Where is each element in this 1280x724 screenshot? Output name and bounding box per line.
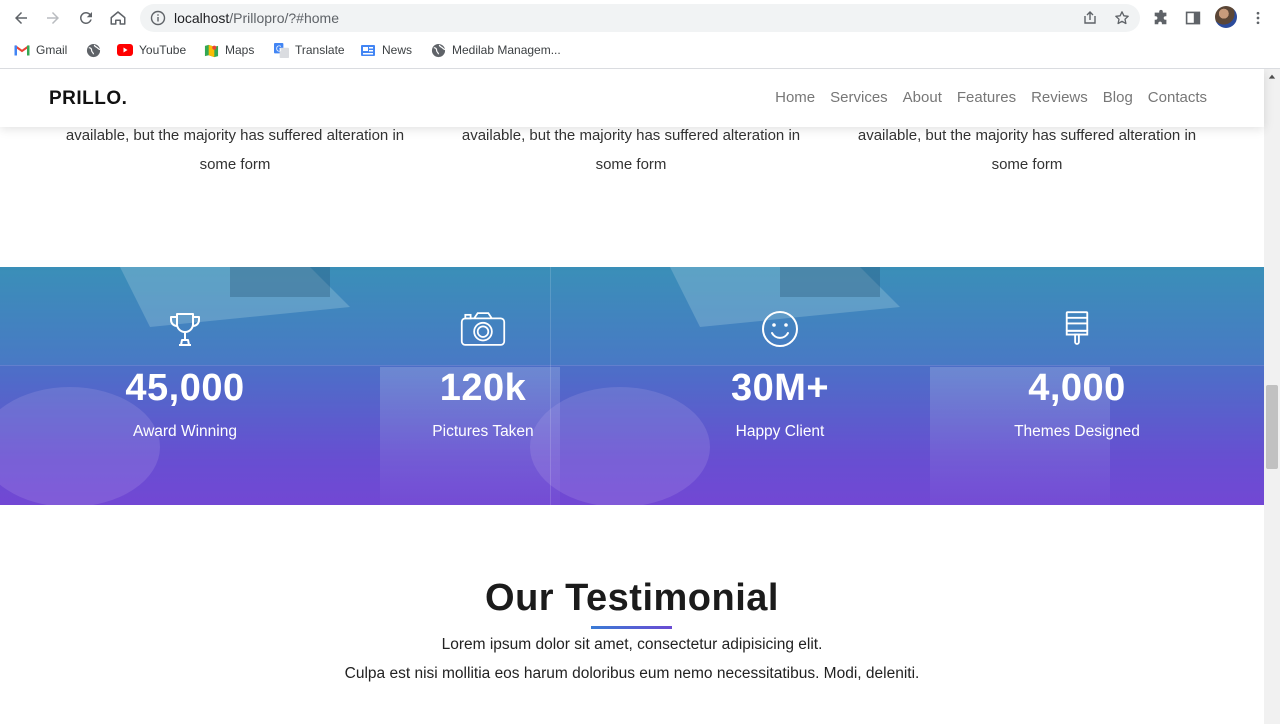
service-description: available, but the majority has suffered… xyxy=(451,121,811,179)
stat-award-winning: 45,000 Award Winning xyxy=(35,267,335,505)
back-button[interactable] xyxy=(9,6,33,30)
stat-themes-designed: 4,000 Themes Designed xyxy=(927,267,1227,505)
star-icon[interactable] xyxy=(1114,10,1130,26)
bookmark-label: YouTube xyxy=(139,43,187,57)
page-scrollbar[interactable] xyxy=(1264,69,1280,724)
puzzle-icon xyxy=(1154,9,1167,25)
kebab-menu-icon xyxy=(1256,11,1260,25)
paint-brush-icon xyxy=(1054,309,1100,349)
youtube-icon xyxy=(117,42,133,58)
nav-services[interactable]: Services xyxy=(830,89,888,106)
bookmark-label: News xyxy=(382,43,413,57)
home-button[interactable] xyxy=(106,6,130,30)
bookmarks-bar: Gmail YouTube Maps G Translate News Medi… xyxy=(0,38,1280,62)
maps-icon xyxy=(203,42,219,58)
site-logo[interactable]: PRILLO. xyxy=(49,88,127,110)
scrollbar-thumb[interactable] xyxy=(1266,385,1278,469)
stat-value: 4,000 xyxy=(1028,367,1126,409)
profile-avatar[interactable] xyxy=(1215,6,1237,28)
service-text-line: some form xyxy=(991,156,1063,173)
stat-happy-client: 30M+ Happy Client xyxy=(630,267,930,505)
site-header: PRILLO. Home Services About Features Rev… xyxy=(0,69,1264,127)
stat-label: Themes Designed xyxy=(1014,423,1140,440)
stat-label: Pictures Taken xyxy=(432,423,534,440)
share-icon[interactable] xyxy=(1082,10,1098,26)
url-path: /Prillopro/?#home xyxy=(229,10,339,26)
news-icon xyxy=(360,42,376,58)
reload-icon xyxy=(79,11,92,24)
section-subtitle: Culpa est nisi mollitia eos harum dolori… xyxy=(344,665,920,682)
arrow-left-icon xyxy=(15,12,27,24)
smile-icon xyxy=(757,309,803,349)
globe-icon xyxy=(85,42,101,58)
service-text-line: some form xyxy=(595,156,667,173)
menu-button[interactable] xyxy=(1248,8,1268,28)
bookmark-label: Translate xyxy=(295,43,345,57)
nav-contacts[interactable]: Contacts xyxy=(1148,89,1207,106)
bookmark-news[interactable]: News xyxy=(360,40,412,60)
bookmark-globe[interactable] xyxy=(85,40,107,60)
service-text-line: some form xyxy=(199,156,271,173)
url-host: localhost xyxy=(174,10,230,26)
arrow-right-icon xyxy=(47,12,59,24)
stat-label: Happy Client xyxy=(735,423,825,440)
stat-value: 30M+ xyxy=(730,367,830,409)
main-nav: Home Services About Features Reviews Blo… xyxy=(760,89,1207,106)
nav-features[interactable]: Features xyxy=(957,89,1016,106)
gmail-icon xyxy=(14,42,30,58)
stat-pictures-taken: 120k Pictures Taken xyxy=(333,267,633,505)
forward-button[interactable] xyxy=(41,6,65,30)
info-icon[interactable] xyxy=(150,10,166,26)
side-panel-icon xyxy=(1185,11,1201,25)
browser-chrome: localhost/Prillopro/?#home Gmail YouTube xyxy=(0,0,1280,69)
translate-icon: G xyxy=(273,42,289,58)
caret-up-icon xyxy=(1268,74,1276,79)
bookmark-label: Gmail xyxy=(36,43,68,57)
nav-home[interactable]: Home xyxy=(775,89,815,106)
home-icon xyxy=(110,11,126,25)
browser-toolbar: localhost/Prillopro/?#home xyxy=(0,0,1280,36)
url-text: localhost/Prillopro/?#home xyxy=(174,10,339,26)
reload-button[interactable] xyxy=(74,6,98,30)
service-description: available, but the majority has suffered… xyxy=(847,121,1207,179)
page-viewport: PRILLO. Home Services About Features Rev… xyxy=(0,69,1280,724)
title-underline xyxy=(591,626,672,629)
bookmark-translate[interactable]: G Translate xyxy=(273,40,345,60)
section-subtitle: Lorem ipsum dolor sit amet, consectetur … xyxy=(441,636,823,653)
camera-icon xyxy=(460,309,506,349)
section-title: Our Testimonial xyxy=(485,577,779,619)
bookmark-youtube[interactable]: YouTube xyxy=(117,40,186,60)
trophy-icon xyxy=(162,309,208,349)
bookmark-maps[interactable]: Maps xyxy=(203,40,254,60)
stat-value: 120k xyxy=(439,367,527,409)
nav-blog[interactable]: Blog xyxy=(1103,89,1133,106)
stat-value: 45,000 xyxy=(125,367,245,409)
bookmark-label: Maps xyxy=(225,43,255,57)
extensions-button[interactable] xyxy=(1151,8,1171,28)
bookmark-label: Medilab Managem... xyxy=(452,43,561,57)
svg-text:G: G xyxy=(275,44,281,53)
side-panel-button[interactable] xyxy=(1183,8,1203,28)
stats-banner: 45,000 Award Winning 120k Pictures Taken… xyxy=(0,267,1264,505)
nav-reviews[interactable]: Reviews xyxy=(1031,89,1088,106)
bookmark-gmail[interactable]: Gmail xyxy=(14,40,67,60)
bookmark-medilab[interactable]: Medilab Managem... xyxy=(430,40,561,60)
scroll-up-arrow[interactable] xyxy=(1264,69,1280,85)
stat-label: Award Winning xyxy=(133,423,237,440)
service-description: available, but the majority has suffered… xyxy=(55,121,415,179)
globe-icon xyxy=(430,42,446,58)
nav-about[interactable]: About xyxy=(903,89,942,106)
address-bar[interactable]: localhost/Prillopro/?#home xyxy=(140,4,1140,32)
